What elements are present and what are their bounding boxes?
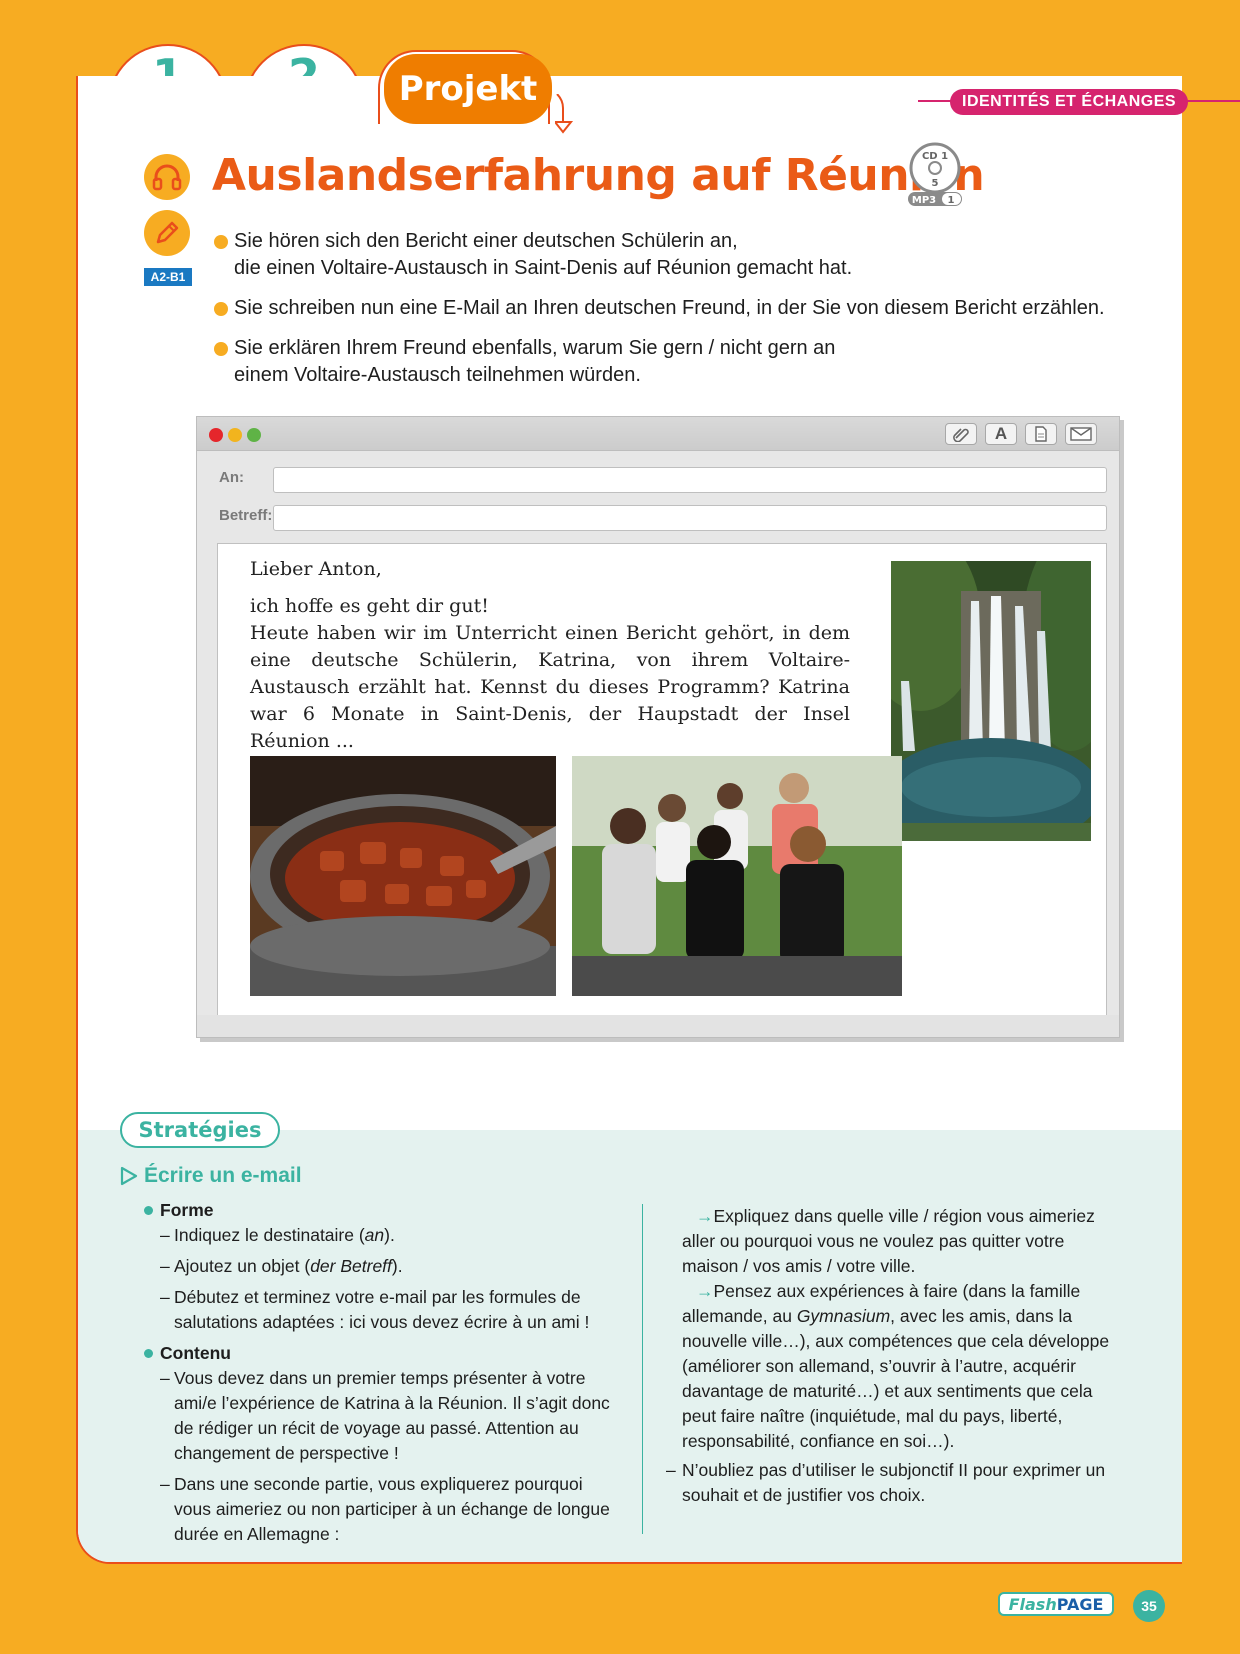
strategies-heading: Écrire un e-mail <box>120 1164 302 1188</box>
email-body[interactable]: Lieber Anton, ich hoffe es geht dir gut!… <box>217 543 1107 1017</box>
instruction-line: einem Voltaire-Austausch teilnehmen würd… <box>234 364 641 386</box>
headphones-icon <box>144 154 190 200</box>
section-label: IDENTITÉS ET ÉCHANGES <box>950 89 1189 115</box>
strategy-arrow-item: →Expliquez dans quelle ville / région vo… <box>682 1204 1122 1279</box>
cd-label: CD 1 <box>922 151 948 162</box>
forme-item-text: ). <box>391 1256 403 1276</box>
strategy-arrow-em: Gymnasium <box>796 1306 891 1326</box>
letter-body: Heute haben wir im Unterricht einen Beri… <box>250 622 850 752</box>
column-divider <box>642 1204 643 1534</box>
tab-projekt-label: Projekt <box>398 69 538 109</box>
text-format-label: A <box>994 424 1008 443</box>
strategies-left-column: Forme – Indiquez le destinataire (an). – A… <box>144 1198 624 1553</box>
food-photo <box>250 756 556 996</box>
instruction-line: Sie hören sich den Bericht einer deutsch… <box>234 230 738 252</box>
attach-button[interactable] <box>945 423 977 445</box>
forme-item-text: Débutez et terminez votre e-mail par les… <box>174 1287 590 1332</box>
bullet-dot <box>214 302 228 316</box>
tab-projekt[interactable]: Projekt <box>384 54 552 124</box>
page-number: 35 <box>1133 1590 1165 1622</box>
bullet-dot <box>214 235 228 249</box>
strategies-heading-text: Écrire un e-mail <box>144 1164 302 1187</box>
close-dot-icon[interactable] <box>209 428 223 442</box>
forme-item-em: der Betreff <box>310 1256 392 1276</box>
flashpage-logo[interactable]: Flash PAGE <box>998 1592 1114 1616</box>
instruction-item: Sie hören sich den Bericht einer deutsch… <box>212 228 1112 282</box>
forme-item-text: ). <box>384 1225 395 1245</box>
letter-opening: ich hoffe es geht dir gut! <box>250 595 489 617</box>
contenu-item-text: Vous devez dans un premier temps présent… <box>174 1368 610 1463</box>
document-icon <box>1035 426 1047 442</box>
instruction-line: Sie erklären Ihrem Freund ebenfalls, war… <box>234 337 836 359</box>
email-window: A An: Betreff: Lieber Anton, ich hoffe e… <box>196 416 1120 1038</box>
email-toolbar: A <box>197 417 1119 451</box>
letter-greeting: Lieber Anton, <box>250 558 382 580</box>
forme-item-em: an <box>364 1225 385 1245</box>
forme-item: – Ajoutez un objet (der Betreff). <box>160 1256 403 1276</box>
letter-text: Lieber Anton, ich hoffe es geht dir gut!… <box>250 556 850 755</box>
strategy-arrow-text: , avec les amis, dans la nouvelle ville…… <box>682 1306 1110 1451</box>
bullet-dot <box>214 342 228 356</box>
forme-item: – Débutez et terminez votre e-mail par le… <box>160 1287 590 1332</box>
contenu-item-text: Dans une seconde partie, vous expliquere… <box>174 1474 610 1544</box>
maximize-dot-icon[interactable] <box>247 428 261 442</box>
to-label: An: <box>219 469 244 486</box>
strategy-arrow-text: Expliquez dans quelle ville / région vou… <box>682 1206 1095 1276</box>
forme-item-text: Indiquez le destinataire ( <box>174 1225 365 1245</box>
contenu-item: – Dans une seconde partie, vous expliquer… <box>160 1474 610 1544</box>
flashpage-page: PAGE <box>1056 1594 1104 1614</box>
send-button[interactable] <box>1065 423 1097 445</box>
strategy-dash-item: – N’oubliez pas d’utiliser le subjonctif … <box>666 1460 1106 1505</box>
minimize-dot-icon[interactable] <box>228 428 242 442</box>
waterfall-photo <box>890 560 1092 842</box>
mp3-track: 1 <box>948 195 955 206</box>
group-photo <box>572 756 902 996</box>
play-triangle-icon <box>120 1166 138 1186</box>
instructions: Sie hören sich den Bericht einer deutsch… <box>212 228 1112 402</box>
flashpage-flash: Flash <box>1008 1594 1057 1614</box>
chevron-down-icon <box>555 94 574 134</box>
strategy-dash-text: N’oubliez pas d’utiliser le subjonctif I… <box>682 1460 1106 1505</box>
strategies-pill: Stratégies <box>120 1112 280 1148</box>
envelope-icon <box>1070 427 1092 441</box>
contenu-item: – Vous devez dans un premier temps présen… <box>160 1368 610 1463</box>
instruction-line: Sie schreiben nun eine E-Mail an Ihren d… <box>234 297 1105 319</box>
cd-audio-icon: CD 1 5 MP3 1 <box>908 142 962 206</box>
strategies-right-column: →Expliquez dans quelle ville / région vo… <box>666 1204 1122 1514</box>
arrow-icon: → <box>696 1206 714 1226</box>
instruction-item: Sie schreiben nun eine E-Mail an Ihren d… <box>212 295 1112 322</box>
forme-title: Forme <box>144 1198 624 1223</box>
paperclip-icon <box>953 428 969 442</box>
mp3-label: MP3 <box>912 195 936 206</box>
instruction-item: Sie erklären Ihrem Freund ebenfalls, war… <box>212 335 1112 389</box>
contenu-title: Contenu <box>144 1341 624 1366</box>
text-format-button[interactable]: A <box>985 423 1017 445</box>
instruction-line: die einen Voltaire-Austausch in Saint-De… <box>234 257 853 279</box>
forme-item-text: Ajoutez un objet ( <box>174 1256 311 1276</box>
document-button[interactable] <box>1025 423 1057 445</box>
email-footer-bar <box>197 1015 1119 1037</box>
to-field[interactable] <box>273 467 1107 493</box>
forme-item: – Indiquez le destinataire (an). <box>160 1225 395 1245</box>
page-title: Auslandserfahrung auf Réunion <box>212 150 985 201</box>
pencil-icon <box>144 210 190 256</box>
subject-field[interactable] <box>273 505 1107 531</box>
cd-track: 5 <box>932 178 939 189</box>
strategy-arrow-item: →Pensez aux expériences à faire (dans la… <box>682 1279 1122 1454</box>
arrow-icon: → <box>696 1281 714 1301</box>
subject-label: Betreff: <box>219 507 273 524</box>
level-badge: A2-B1 <box>144 268 192 286</box>
